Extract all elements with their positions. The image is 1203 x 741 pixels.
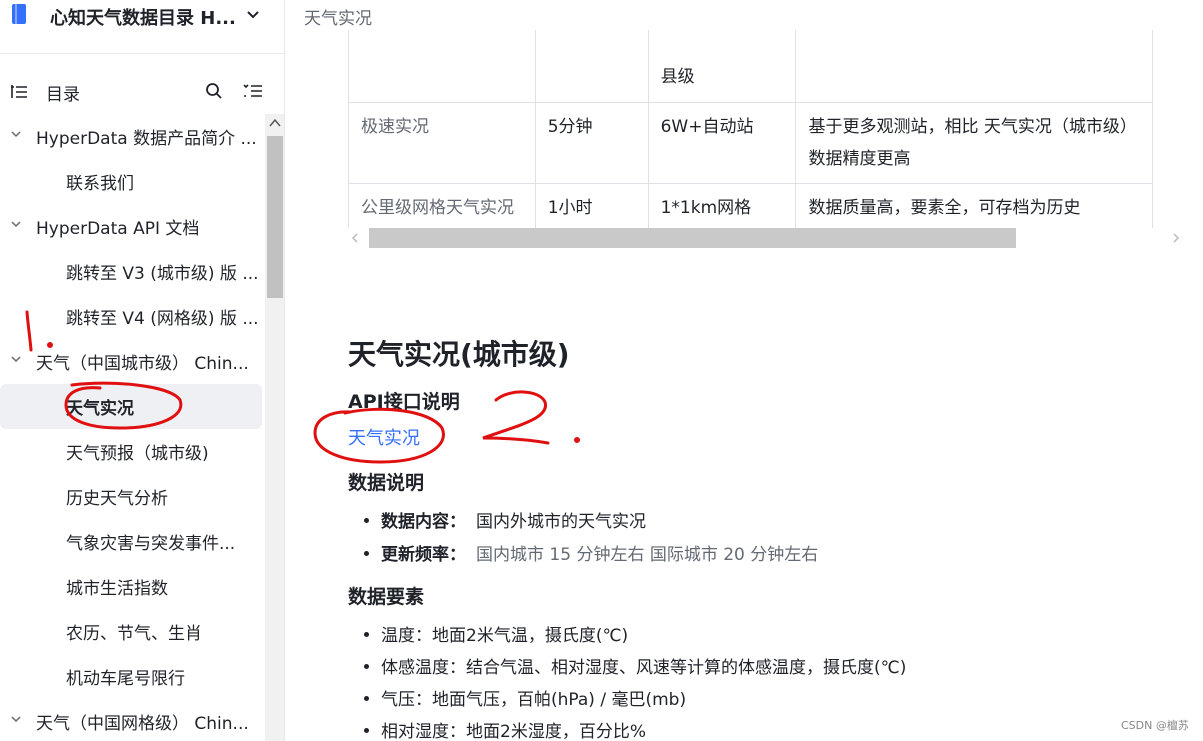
tree-item[interactable]: 跳转至 V4 (网格级) 版 ... — [0, 294, 265, 339]
table-cell: 5分钟 — [534, 102, 649, 184]
tree-item-label: 历史天气分析 — [66, 489, 168, 509]
data-heading: 数据说明 — [348, 472, 425, 494]
tree-item-label: 天气（中国城市级） Chin... — [36, 354, 249, 374]
breadcrumb[interactable]: 天气实况 — [304, 4, 372, 29]
tree-item-label: 联系我们 — [66, 174, 134, 194]
table-row: 公里级网格天气实况 1小时 1*1km网格 数据质量高，要素全，可存档为历史 — [348, 183, 1153, 228]
list-item: 数据内容： 国内外城市的天气实况 — [364, 507, 646, 532]
section-title: 天气实况(城市级) — [348, 338, 570, 371]
chevron-down-icon[interactable] — [245, 6, 261, 22]
bullet-dot — [364, 695, 369, 701]
item-value: 国内城市 15 分钟左右 国际城市 20 分钟左右 — [476, 545, 819, 565]
search-icon[interactable] — [205, 82, 223, 100]
tree-item[interactable]: 天气预报（城市级) — [0, 429, 265, 474]
table-cell: 公里级网格天气实况 — [348, 183, 536, 228]
table-row: 县级 — [348, 30, 1153, 103]
table-cell: 数据质量高，要素全，可存档为历史 — [795, 183, 1153, 228]
tree-item-label: 跳转至 V3 (城市级) 版 ... — [66, 264, 259, 284]
table-cell: 基于更多观测站，相比 天气实况（城市级） 数据精度更高 — [795, 102, 1153, 184]
table-row: 极速实况 5分钟 6W+自动站 基于更多观测站，相比 天气实况（城市级） 数据精… — [348, 102, 1153, 184]
tree-item[interactable]: 天气（中国城市级） Chin... — [0, 339, 265, 384]
tree-item[interactable]: 气象灾害与突发事件... — [0, 519, 265, 564]
elements-heading: 数据要素 — [348, 586, 425, 608]
list-collapse-icon[interactable] — [243, 83, 263, 99]
tree-item-label: HyperData API 文档 — [36, 219, 200, 239]
table-cell — [534, 30, 649, 103]
list-item: 相对湿度：地面2米湿度，百分比% — [364, 717, 646, 741]
tree-item[interactable]: HyperData API 文档 — [0, 204, 265, 249]
data-table: 县级 极速实况 5分钟 6W+自动站 基于更多观测站，相比 天气实况（城市级） … — [348, 30, 1153, 228]
chevron-right-icon[interactable] — [1171, 232, 1181, 244]
table-cell: 县级 — [647, 30, 797, 103]
tree-item-label: 跳转至 V4 (网格级) 版 ... — [66, 309, 259, 329]
chevron-down-icon[interactable] — [10, 218, 22, 230]
tree-item-label: HyperData 数据产品简介 ... — [36, 129, 257, 149]
bullet-dot — [364, 727, 369, 733]
sidebar-scrollbar[interactable] — [265, 114, 284, 741]
scrollbar-thumb[interactable] — [369, 228, 1016, 248]
list-item: 气压：地面气压，百帕(hPa) / 毫巴(mb) — [364, 685, 686, 710]
book-title[interactable]: 心知天气数据目录 H... — [50, 4, 236, 30]
tree-item[interactable]: 历史天气分析 — [0, 474, 265, 519]
table-horizontal-scrollbar[interactable] — [348, 228, 1183, 248]
tree-item-label: 天气预报（城市级) — [66, 444, 209, 464]
item-key: 更新频率： — [381, 545, 466, 565]
item-text: 气压：地面气压，百帕(hPa) / 毫巴(mb) — [381, 690, 687, 710]
chevron-left-icon[interactable] — [350, 232, 360, 244]
chevron-down-icon[interactable] — [10, 353, 22, 365]
chevron-down-icon[interactable] — [10, 713, 22, 725]
tree-item-label: 天气（中国网格级） Chin... — [36, 714, 249, 734]
table-cell — [795, 30, 1153, 103]
list-item: 体感温度：结合气温、相对湿度、风速等计算的体感温度，摄氏度(℃) — [364, 653, 906, 678]
tree-item[interactable]: 天气（中国网格级） Chin... — [0, 699, 265, 741]
outline-icon[interactable] — [10, 84, 28, 100]
table-cell: 极速实况 — [348, 102, 536, 184]
table-cell — [348, 30, 536, 103]
table-cell: 1小时 — [534, 183, 649, 228]
tree-item[interactable]: HyperData 数据产品简介 ... — [0, 114, 265, 159]
tree-item-label: 农历、节气、生肖 — [66, 624, 202, 644]
tree-item[interactable]: 城市生活指数 — [0, 564, 265, 609]
list-item: 温度：地面2米气温，摄氏度(℃) — [364, 621, 628, 646]
tree-item-label: 气象灾害与突发事件... — [66, 534, 236, 554]
sidebar: 心知天气数据目录 H... 目录 HyperData 数据产品简介 ... 联系… — [0, 0, 285, 741]
item-text: 相对湿度：地面2米湿度，百分比% — [381, 722, 646, 741]
toc-label: 目录 — [46, 85, 80, 105]
table-container: 县级 极速实况 5分钟 6W+自动站 基于更多观测站，相比 天气实况（城市级） … — [348, 30, 1153, 228]
api-heading: API接口说明 — [348, 391, 460, 413]
tree-item-active[interactable]: 天气实况 — [0, 384, 262, 429]
scrollbar-thumb[interactable] — [267, 136, 283, 298]
scroll-up-icon[interactable] — [269, 118, 281, 128]
item-key: 数据内容： — [381, 512, 466, 532]
tree-item-label: 城市生活指数 — [66, 579, 168, 599]
bullet-dot — [364, 550, 369, 556]
tree-item[interactable]: 机动车尾号限行 — [0, 654, 265, 699]
watermark: CSDN @檀苏 — [1121, 719, 1189, 732]
item-value: 国内外城市的天气实况 — [476, 512, 646, 532]
topbar: 天气实况 — [286, 0, 1203, 30]
table-cell: 1*1km网格 — [647, 183, 797, 228]
bullet-dot — [364, 631, 369, 637]
chevron-down-icon[interactable] — [10, 128, 22, 140]
tree-item[interactable]: 农历、节气、生肖 — [0, 609, 265, 654]
toc-bar: 目录 — [0, 78, 284, 108]
tree-item-label: 天气实况 — [66, 399, 134, 419]
tree-item-label: 机动车尾号限行 — [66, 669, 185, 689]
bullet-dot — [364, 663, 369, 669]
bullet-dot — [364, 517, 369, 523]
sidebar-header: 心知天气数据目录 H... — [0, 0, 284, 54]
item-text: 体感温度：结合气温、相对湿度、风速等计算的体感温度，摄氏度(℃) — [381, 658, 907, 678]
item-text: 温度：地面2米气温，摄氏度(℃) — [381, 626, 629, 646]
list-item: 更新频率： 国内城市 15 分钟左右 国际城市 20 分钟左右 — [364, 540, 818, 565]
api-link[interactable]: 天气实况 — [348, 424, 420, 450]
table-cell: 6W+自动站 — [647, 102, 797, 184]
annotation-mark-2 — [482, 390, 580, 445]
tree-item[interactable]: 联系我们 — [0, 159, 265, 204]
tree-item[interactable]: 跳转至 V3 (城市级) 版 ... — [0, 249, 265, 294]
cell-text: 县级 — [660, 67, 695, 87]
book-icon — [12, 4, 26, 24]
